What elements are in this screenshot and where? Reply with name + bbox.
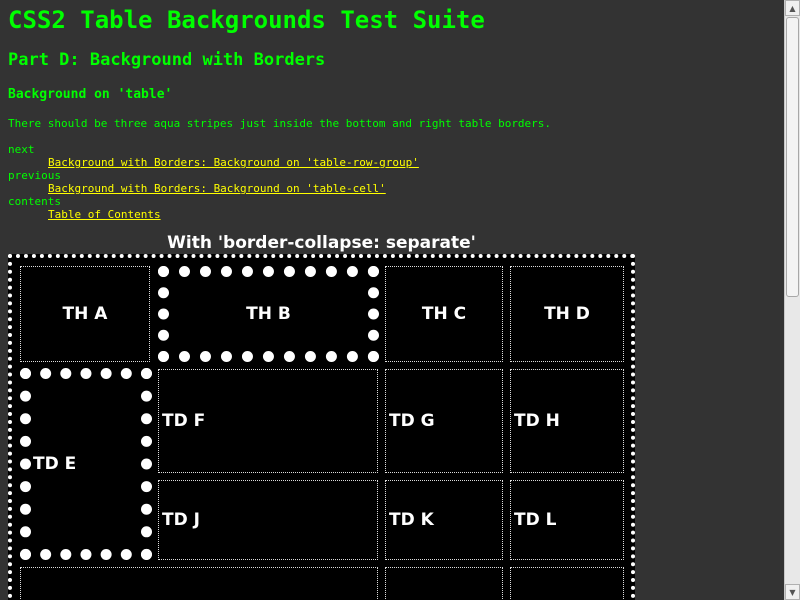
data-cell-footer-2 (385, 567, 503, 600)
section-heading: Background on 'table' (8, 87, 173, 102)
header-cell-d: TH D (510, 266, 624, 362)
data-cell-l: TD L (510, 480, 624, 560)
data-cell-f: TD F (158, 369, 378, 473)
data-cell-k: TD K (385, 480, 503, 560)
header-cell-a: TH A (20, 266, 150, 362)
data-cell-h: TD H (510, 369, 624, 473)
table-caption: With 'border-collapse: separate' (167, 233, 476, 253)
header-cell-b: TH B (158, 266, 379, 362)
nav-next-link[interactable]: Background with Borders: Background on '… (48, 156, 419, 169)
data-cell-j: TD J (158, 480, 378, 560)
nav-previous-link[interactable]: Background with Borders: Background on '… (48, 182, 386, 195)
assertion-text: There should be three aqua stripes just … (8, 117, 552, 130)
nav-next-term: next (8, 143, 35, 156)
nav-contents-link[interactable]: Table of Contents (48, 208, 161, 221)
page-title: CSS2 Table Backgrounds Test Suite (8, 6, 485, 34)
navigation-list: next Background with Borders: Background… (8, 143, 419, 221)
arrow-down-icon[interactable]: ▼ (785, 584, 800, 600)
test-table: TH A TH B TH C TH D TD E TD F TD G TD H … (8, 254, 635, 600)
data-cell-footer-1 (20, 567, 378, 600)
nav-previous-term: previous (8, 169, 61, 182)
arrow-up-icon[interactable]: ▲ (785, 0, 800, 16)
test-page: CSS2 Table Backgrounds Test Suite Part D… (0, 0, 784, 600)
nav-contents-term: contents (8, 195, 61, 208)
data-cell-footer-3 (510, 567, 624, 600)
page-subtitle: Part D: Background with Borders (8, 50, 326, 70)
header-cell-c: TH C (385, 266, 503, 362)
scrollbar-thumb[interactable] (786, 17, 799, 297)
data-cell-e: TD E (20, 368, 152, 560)
vertical-scrollbar[interactable]: ▲ ▼ (784, 0, 800, 600)
data-cell-g: TD G (385, 369, 503, 473)
